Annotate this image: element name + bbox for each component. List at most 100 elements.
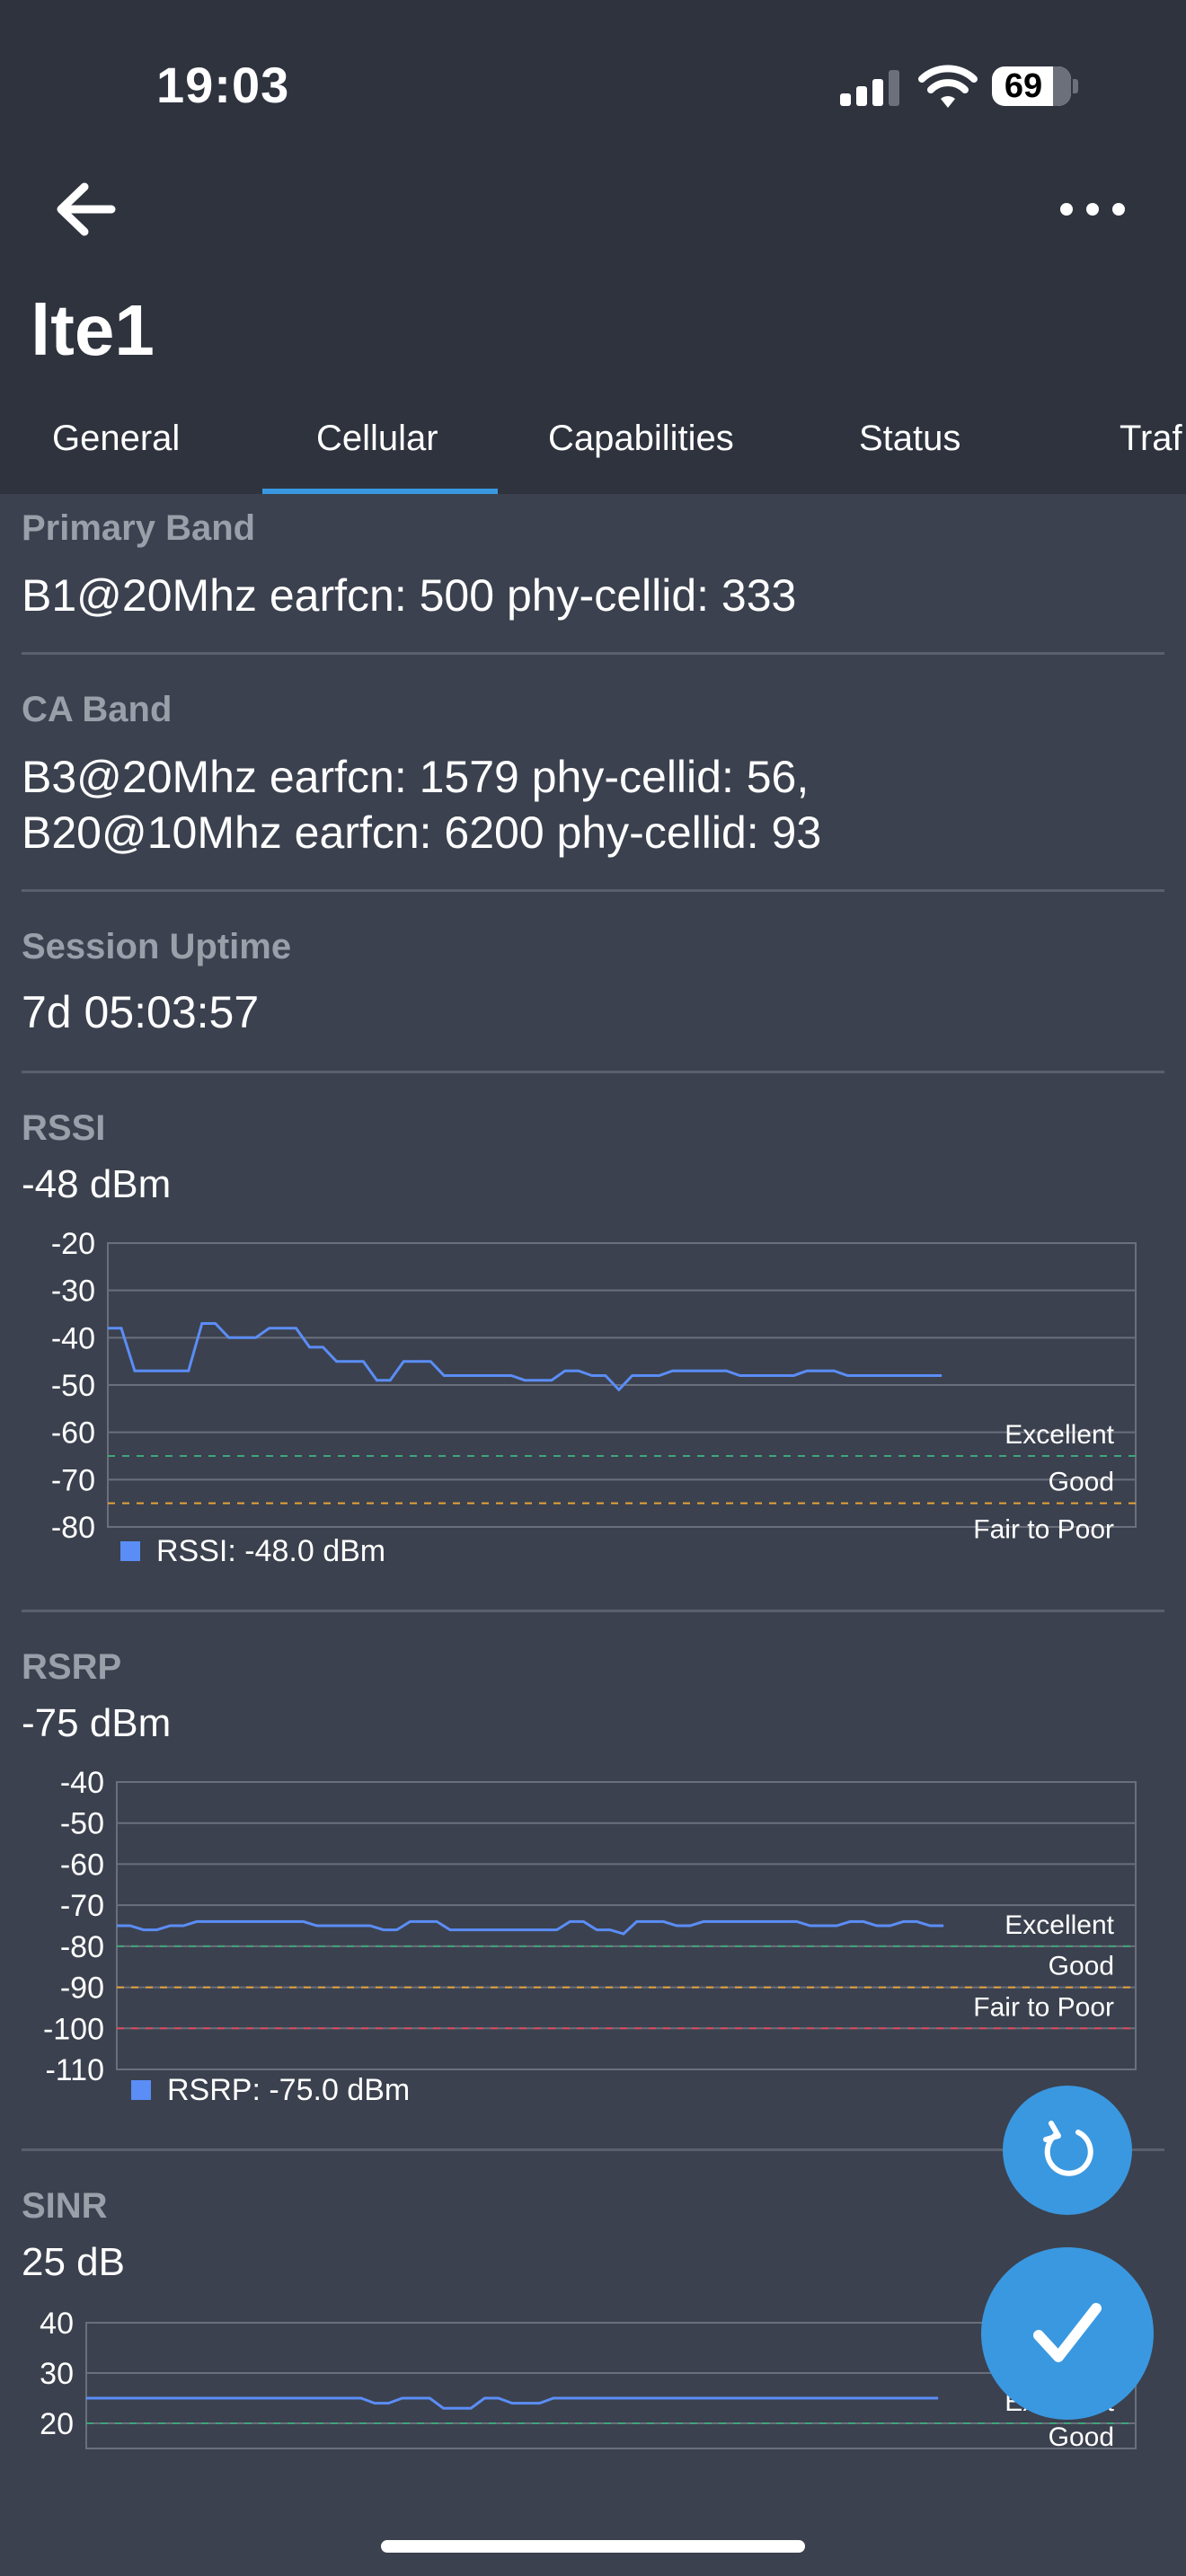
primary-band-value: B1@20Mhz earfcn: 500 phy-cellid: 333: [22, 570, 797, 621]
data-point: [529, 1929, 531, 1931]
data-point: [564, 1370, 566, 1372]
divider: [22, 652, 1164, 655]
data-point: [876, 1925, 878, 1927]
data-point: [873, 1375, 875, 1376]
data-point: [215, 1323, 217, 1324]
y-tick-label: -70: [51, 1463, 95, 1497]
data-point: [168, 2397, 170, 2399]
data-point: [609, 1929, 611, 1931]
data-point: [498, 2397, 500, 2399]
data-point: [316, 1925, 318, 1927]
threshold-label: Excellent: [1005, 1420, 1114, 1450]
data-point: [169, 1925, 171, 1927]
data-point: [490, 1929, 491, 1931]
data-point: [236, 1920, 237, 1922]
data-point: [403, 1361, 404, 1363]
data-point: [739, 1375, 740, 1376]
data-point: [209, 2397, 211, 2399]
data-point: [305, 2397, 307, 2399]
tab-capabilities[interactable]: Capabilities: [548, 419, 734, 459]
data-point: [726, 1370, 727, 1372]
checkmark-icon: [1033, 2303, 1102, 2362]
rsrp-chart: -40 -50 -60 -70 -80 -90 -100 -110 Excellent Good F…: [43, 1766, 1137, 2107]
home-indicator: [381, 2540, 805, 2553]
data-point: [731, 2397, 733, 2399]
data-point: [134, 1370, 136, 1372]
data-point: [570, 1920, 571, 1922]
battery-tip: [1073, 79, 1078, 93]
tab-general[interactable]: General: [52, 419, 180, 459]
data-point: [524, 1380, 526, 1381]
data-point: [470, 1375, 472, 1376]
data-point: [618, 1389, 620, 1390]
data-point: [753, 1375, 754, 1376]
data-point: [712, 1370, 713, 1372]
data-point: [623, 1933, 624, 1935]
divider: [22, 1610, 1164, 1612]
sinr-label: SINR: [22, 2186, 108, 2226]
data-point: [854, 2397, 856, 2399]
data-point: [537, 1380, 539, 1381]
tab-status[interactable]: Status: [859, 419, 960, 459]
data-point: [849, 1920, 851, 1922]
data-point: [369, 1925, 371, 1927]
divider: [22, 1071, 1164, 1073]
series-line: [117, 1919, 943, 1936]
data-point: [635, 2397, 637, 2399]
data-point: [309, 1346, 310, 1348]
y-tick-label: -100: [43, 2012, 104, 2046]
arrow-left-icon: [57, 182, 116, 236]
ca-band-label: CA Band: [22, 690, 173, 729]
data-point: [650, 1920, 651, 1922]
data-point: [402, 2397, 403, 2399]
y-tick-label: -50: [51, 1369, 95, 1403]
refresh-button[interactable]: [1003, 2086, 1132, 2215]
data-point: [580, 2397, 581, 2399]
legend-swatch: [120, 1541, 140, 1561]
rssi-label: RSSI: [22, 1108, 106, 1148]
data-point: [578, 1370, 580, 1372]
tab-cellular[interactable]: Cellular: [316, 419, 438, 459]
data-point: [223, 2397, 225, 2399]
data-point: [846, 1375, 848, 1376]
y-tick-label: -90: [60, 1972, 104, 2006]
data-point: [769, 1920, 771, 1922]
data-point: [85, 2397, 87, 2399]
divider: [22, 2148, 1164, 2151]
y-tick-label: -20: [51, 1227, 95, 1261]
data-point: [863, 1920, 864, 1922]
data-point: [410, 1920, 411, 1922]
threshold-label: Fair to Poor: [973, 1514, 1114, 1544]
confirm-button[interactable]: [981, 2247, 1154, 2420]
data-point: [276, 1920, 278, 1922]
data-point: [914, 1375, 916, 1376]
data-point: [742, 1920, 744, 1922]
data-point: [291, 2397, 293, 2399]
data-point: [833, 1370, 835, 1372]
data-point: [621, 2397, 623, 2399]
data-point: [806, 1370, 808, 1372]
data-point: [99, 2397, 101, 2399]
data-point: [556, 1929, 558, 1931]
page-title: lte1: [31, 290, 155, 370]
data-point: [156, 1929, 157, 1931]
data-point: [943, 1925, 944, 1927]
data-point: [516, 1929, 518, 1931]
y-tick-label: -50: [60, 1807, 104, 1841]
threshold-label: Good: [1049, 2422, 1114, 2452]
y-tick-label: -60: [51, 1416, 95, 1451]
data-point: [143, 1929, 145, 1931]
data-point: [255, 1337, 257, 1338]
data-point: [182, 1925, 184, 1927]
data-point: [645, 1375, 647, 1376]
data-point: [470, 2407, 472, 2409]
back-button[interactable]: [52, 180, 119, 239]
legend-swatch: [131, 2080, 151, 2100]
tab-traffic[interactable]: Traf: [1120, 419, 1182, 459]
data-point: [140, 2397, 142, 2399]
data-point: [181, 2397, 183, 2399]
data-point: [196, 1920, 198, 1922]
more-options-button[interactable]: [1057, 190, 1128, 226]
data-point: [903, 1920, 904, 1922]
data-point: [792, 1375, 794, 1376]
